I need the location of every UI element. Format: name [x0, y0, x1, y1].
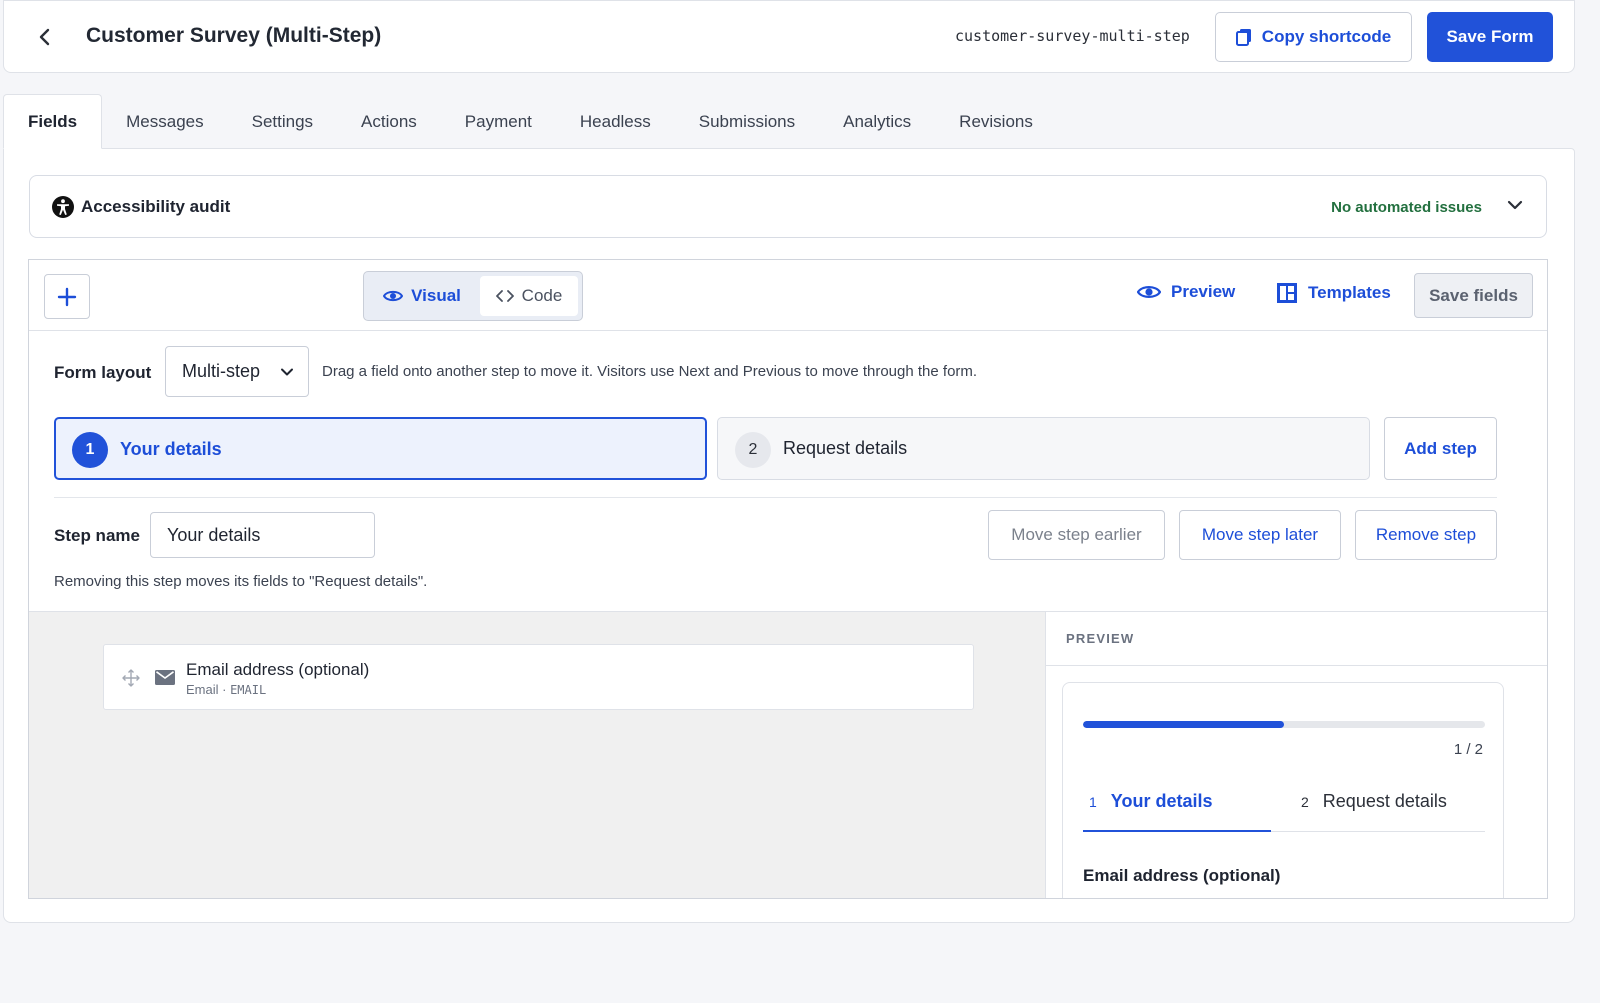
tab-headless[interactable]: Headless: [556, 94, 675, 149]
audit-status: No automated issues: [1331, 199, 1482, 216]
step-name: Request details: [783, 438, 908, 458]
code-icon: [495, 290, 514, 302]
progress-bar: [1083, 721, 1485, 728]
step-name-label: Step name: [54, 526, 140, 545]
preview-heading: PREVIEW: [1066, 631, 1135, 646]
preview-step-number: 2: [1301, 793, 1309, 810]
form-slug: customer-survey-multi-step: [955, 27, 1190, 45]
templates-button[interactable]: Templates: [1276, 282, 1391, 304]
tab-fields[interactable]: Fields: [3, 94, 103, 149]
field-type: Email: [186, 682, 219, 697]
copy-icon: [1235, 29, 1251, 46]
field-label: Email address (optional): [186, 660, 370, 679]
add-field-button[interactable]: [44, 274, 90, 319]
preview-divider: [1046, 665, 1547, 666]
move-step-later-button[interactable]: Move step later: [1179, 510, 1341, 560]
form-layout-value: Multi-step: [182, 361, 261, 381]
preview-pane: PREVIEW 1 / 2 1 Your details 2 Request d…: [1045, 611, 1547, 898]
progress-bar-fill: [1083, 721, 1284, 728]
accessibility-audit-panel[interactable]: Accessibility audit No automated issues: [29, 175, 1547, 238]
field-meta: Email · EMAIL: [186, 682, 266, 697]
preview-step-number: 1: [1089, 793, 1097, 810]
tab-bar: Fields Messages Settings Actions Payment…: [3, 94, 1057, 149]
preview-field-label: Email address (optional): [1083, 866, 1281, 885]
tab-submissions[interactable]: Submissions: [675, 94, 819, 149]
toolbar-divider: [29, 330, 1547, 331]
plus-icon: [57, 287, 77, 306]
move-step-earlier-button[interactable]: Move step earlier: [988, 510, 1165, 560]
remove-step-button[interactable]: Remove step: [1355, 510, 1497, 560]
step-number: 1: [72, 432, 108, 468]
chevron-left-icon: [39, 28, 50, 46]
step-number: 2: [735, 432, 771, 468]
form-title: Customer Survey (Multi-Step): [86, 24, 382, 47]
preview-step-name: Request details: [1322, 791, 1447, 811]
tab-settings[interactable]: Settings: [228, 94, 337, 149]
back-button[interactable]: [30, 22, 60, 52]
drag-handle-icon[interactable]: [122, 669, 140, 687]
field-key: EMAIL: [230, 683, 267, 697]
preview-active-step-indicator: [1083, 830, 1271, 832]
step-name: Your details: [120, 439, 222, 459]
form-builder: Visual Code Preview Templates Save field…: [28, 259, 1548, 899]
form-layout-help: Drag a field onto another step to move i…: [322, 363, 978, 380]
editor-mode-toggle: Visual Code: [363, 271, 583, 321]
templates-label: Templates: [1308, 283, 1391, 302]
mode-visual-button[interactable]: Visual: [368, 276, 476, 316]
preview-form-card: 1 / 2 1 Your details 2 Request details E…: [1062, 682, 1504, 898]
eye-icon: [1137, 286, 1161, 298]
field-card-email[interactable]: Email address (optional) Email · EMAIL: [103, 644, 974, 710]
mail-icon: [155, 670, 175, 685]
progress-text: 1 / 2: [1453, 741, 1483, 758]
audit-title: Accessibility audit: [81, 197, 231, 216]
form-layout-label: Form layout: [54, 363, 152, 382]
tab-actions[interactable]: Actions: [337, 94, 441, 149]
preview-step-request-details[interactable]: 2 Request details: [1301, 791, 1447, 812]
eye-icon: [383, 290, 404, 302]
form-layout-select[interactable]: Multi-step: [165, 346, 309, 397]
step-tab-your-details[interactable]: 1 Your details: [54, 417, 707, 480]
steps-divider: [54, 497, 1497, 498]
remove-step-help: Removing this step moves its fields to "…: [54, 573, 428, 590]
step-tab-request-details[interactable]: 2 Request details: [717, 417, 1370, 480]
preview-step-your-details[interactable]: 1 Your details: [1089, 791, 1213, 812]
save-fields-button[interactable]: Save fields: [1414, 273, 1533, 318]
accessibility-icon: [52, 196, 74, 218]
chevron-down-icon: [281, 368, 293, 376]
copy-shortcode-button[interactable]: Copy shortcode: [1215, 12, 1412, 62]
copy-shortcode-label: Copy shortcode: [1261, 27, 1392, 46]
tab-revisions[interactable]: Revisions: [935, 94, 1057, 149]
templates-icon: [1277, 283, 1297, 303]
preview-button[interactable]: Preview: [1137, 282, 1235, 302]
mode-code-button[interactable]: Code: [480, 276, 578, 316]
tab-messages[interactable]: Messages: [102, 94, 227, 149]
mode-visual-label: Visual: [411, 286, 461, 305]
chevron-down-icon: [1507, 200, 1523, 210]
tab-analytics[interactable]: Analytics: [819, 94, 935, 149]
field-canvas: Email address (optional) Email · EMAIL: [29, 611, 1045, 898]
mode-code-label: Code: [521, 286, 563, 305]
field-meta-separator: ·: [218, 682, 231, 697]
preview-label: Preview: [1171, 282, 1236, 301]
step-name-input[interactable]: [150, 512, 375, 558]
preview-step-name: Your details: [1110, 791, 1213, 811]
save-form-button[interactable]: Save Form: [1427, 12, 1553, 62]
add-step-button[interactable]: Add step: [1384, 417, 1497, 480]
tab-payment[interactable]: Payment: [441, 94, 556, 149]
